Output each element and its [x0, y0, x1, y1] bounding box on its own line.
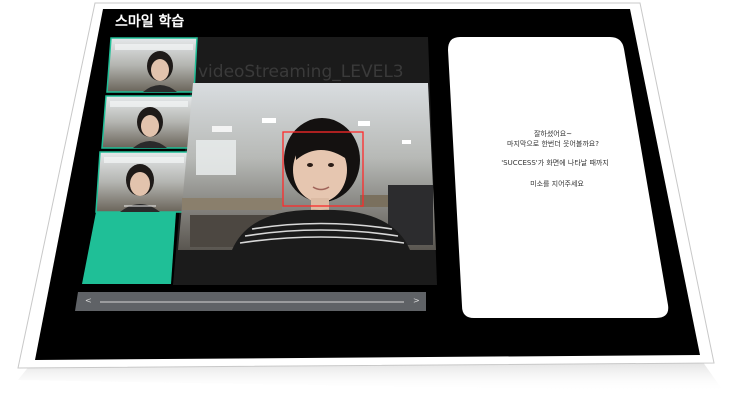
instruction-line-4: 미소를 지어주세요 [530, 180, 584, 188]
webcam-video [178, 83, 436, 250]
instruction-line-3: 'SUCCESS'가 화면에 나타날 때까지 [501, 159, 609, 167]
chevron-right-icon[interactable]: > [413, 296, 420, 305]
empty-snapshot-slot [82, 212, 176, 284]
page-title: 스마일 학습 [115, 14, 185, 30]
horizontal-scrollbar[interactable] [75, 292, 426, 311]
snapshot-thumbnail-1[interactable] [106, 37, 198, 93]
instruction-line-2: 마지막으로 한번더 웃어볼까요? [507, 140, 599, 148]
presentation-stage: 스마일 학습 videoStreaming_LEVEL3 < > 잘하셨어요~ … [0, 0, 735, 403]
chevron-left-icon[interactable]: < [85, 296, 92, 305]
instruction-line-1: 잘하셨어요~ [533, 130, 573, 138]
snapshot-thumbnail-3[interactable] [95, 151, 190, 213]
video-stream-label: videoStreaming_LEVEL3 [198, 62, 404, 82]
snapshot-thumbnail-2[interactable] [101, 95, 194, 149]
learning-screen [75, 37, 669, 318]
instruction-panel [448, 37, 669, 318]
